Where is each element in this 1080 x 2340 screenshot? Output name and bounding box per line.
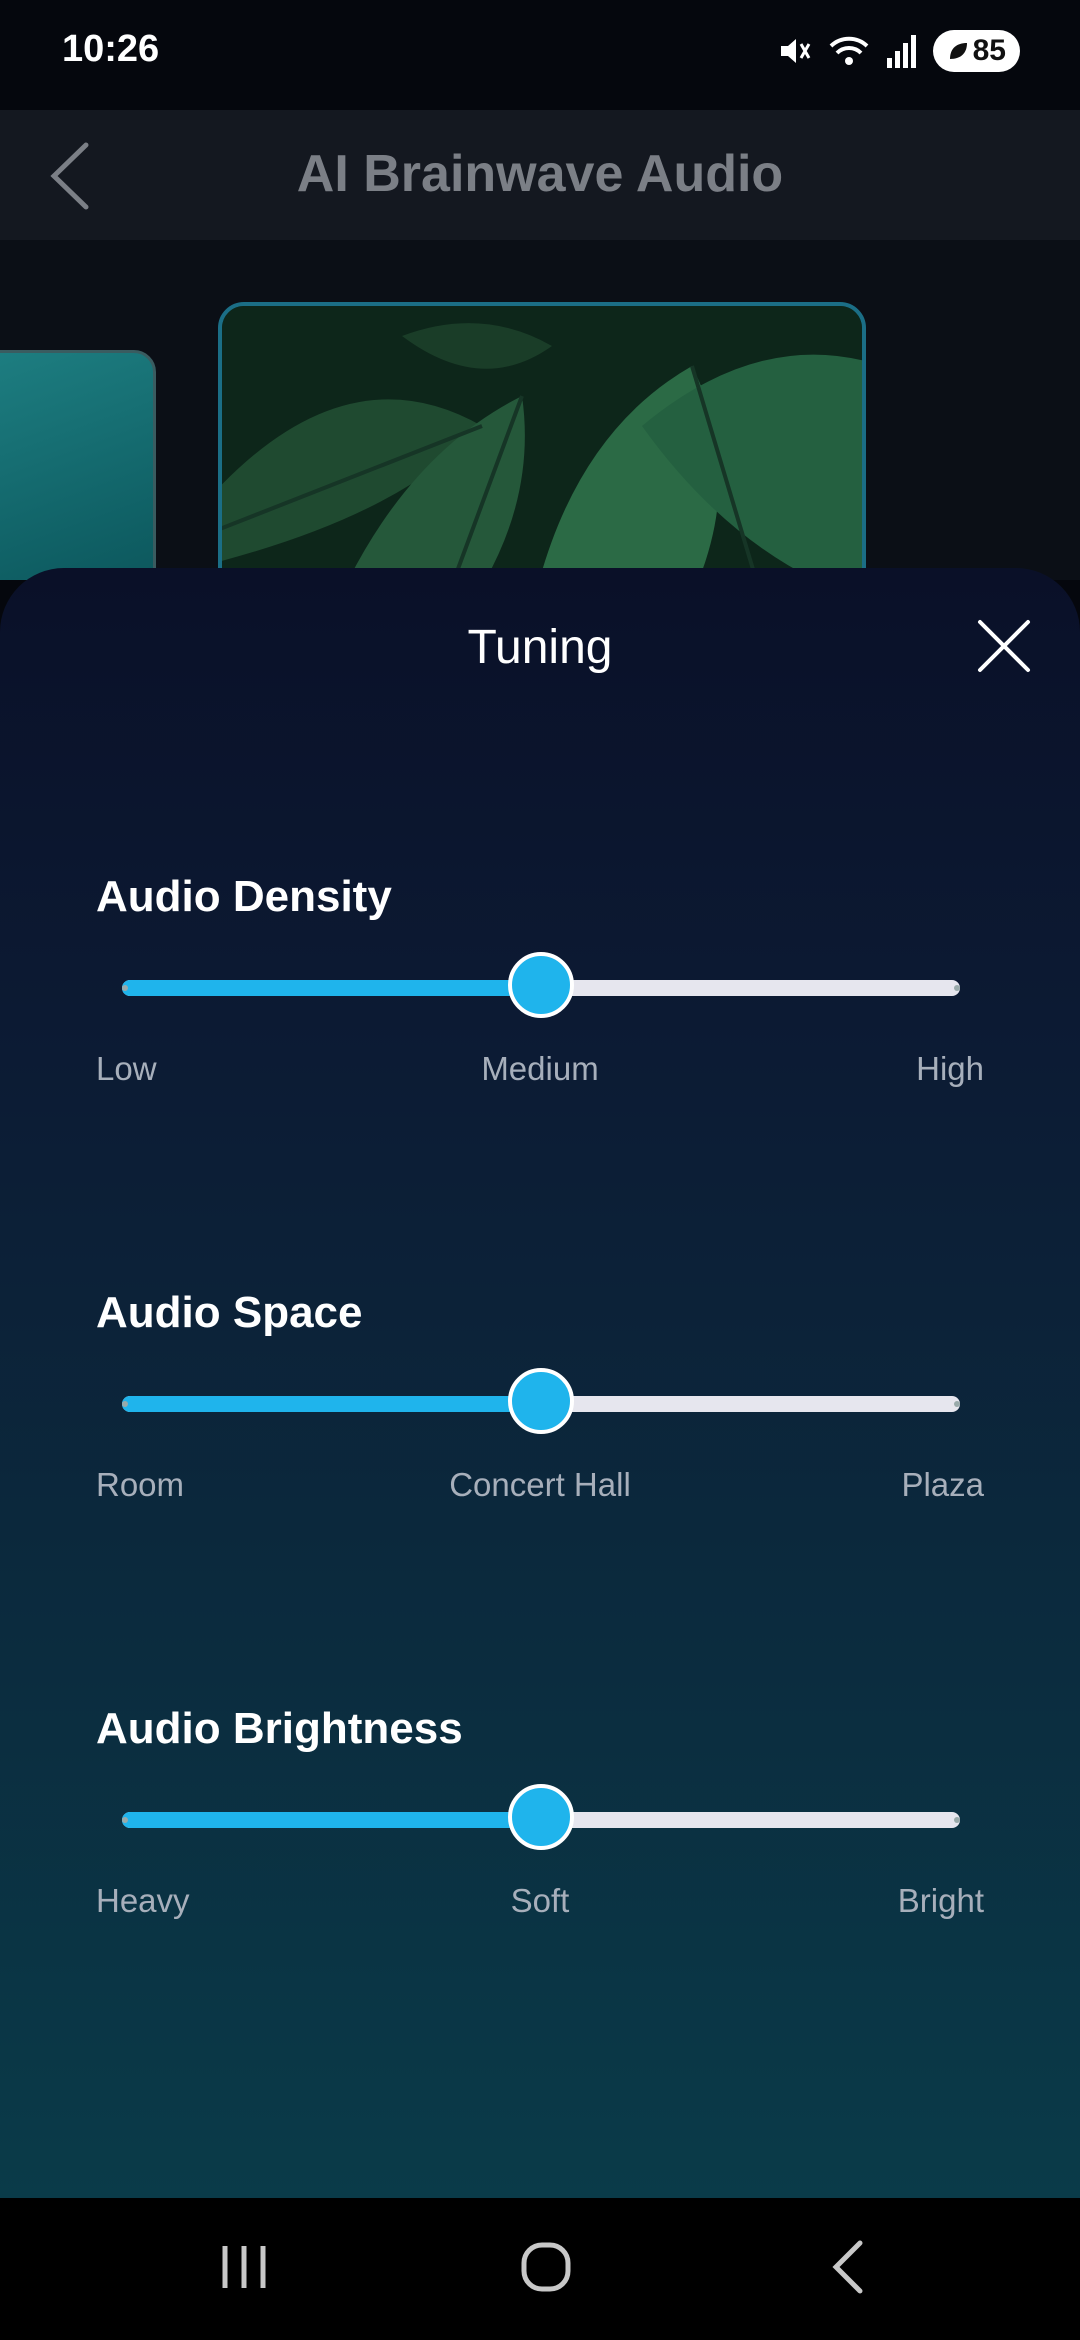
system-nav-bar [0,2198,1080,2340]
status-bar: 10:26 85 [0,0,1080,110]
slider-track-start [122,1401,128,1407]
slider-labels: Room Concert Hall Plaza [96,1466,984,1506]
slider-track-end [954,985,960,991]
audio-density-section: Audio Density Low Medium High [96,872,984,1087]
soundscape-card-ocean[interactable] [0,350,156,580]
audio-brightness-section: Audio Brightness Heavy Soft Bright [96,1704,984,1919]
slider-track-end [954,1401,960,1407]
wifi-icon [827,32,871,70]
slider-thumb[interactable] [508,1368,574,1434]
soundscape-carousel [0,240,1080,580]
close-button[interactable] [976,618,1032,674]
slider-fill [122,980,541,996]
audio-brightness-slider[interactable] [122,1784,960,1850]
audio-density-slider[interactable] [122,952,960,1018]
soundscape-card-leaves[interactable] [218,302,866,580]
close-icon [976,620,1032,678]
slider-labels: Low Medium High [96,1050,984,1090]
slider-labels: Heavy Soft Bright [96,1882,984,1922]
signal-icon [885,32,919,70]
audio-space-slider[interactable] [122,1368,960,1434]
back-nav-button[interactable] [808,2234,888,2304]
battery-icon: 85 [932,30,1020,72]
home-icon [520,2241,572,2298]
app-header: AI Brainwave Audio [0,110,1080,240]
label-bright: Bright [897,1882,984,1919]
section-title: Audio Brightness [96,1704,463,1753]
home-button[interactable] [506,2234,586,2304]
section-title: Audio Space [96,1288,363,1337]
battery-level: 85 [972,34,1006,67]
battery-leaf-icon [947,40,969,62]
recents-button[interactable] [204,2234,284,2304]
slider-thumb[interactable] [508,1784,574,1850]
back-icon [828,2239,868,2300]
sheet-title: Tuning [467,621,613,674]
label-soft: Soft [510,1882,570,1919]
slider-thumb[interactable] [508,952,574,1018]
status-time: 10:26 [62,28,160,70]
slider-track-end [954,1817,960,1823]
slider-track-start [122,1817,128,1823]
mute-icon [775,32,813,70]
label-concert-hall: Concert Hall [449,1466,631,1503]
page-title: AI Brainwave Audio [296,145,784,203]
status-icons: 85 [775,30,1020,72]
recents-icon [219,2242,269,2297]
audio-space-section: Audio Space Room Concert Hall Plaza [96,1288,984,1503]
label-high: High [916,1050,984,1087]
label-medium: Medium [481,1050,599,1087]
label-low: Low [96,1050,157,1087]
label-heavy: Heavy [96,1882,190,1919]
slider-track-start [122,985,128,991]
slider-fill [122,1396,541,1412]
label-plaza: Plaza [901,1466,984,1503]
label-room: Room [96,1466,185,1503]
section-title: Audio Density [96,872,392,921]
slider-fill [122,1812,541,1828]
tuning-sheet: Tuning Audio Density Low Medium High Aud… [0,568,1080,2198]
